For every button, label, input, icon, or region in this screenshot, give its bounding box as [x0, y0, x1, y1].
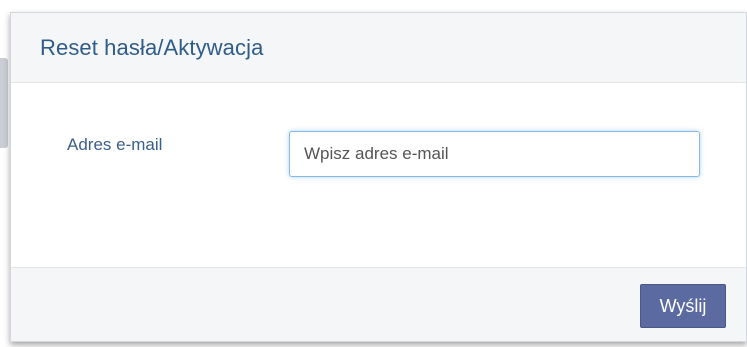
dialog-body: Adres e-mail [11, 83, 746, 267]
dialog-title: Reset hasła/Aktywacja [40, 34, 264, 60]
reset-password-dialog: Reset hasła/Aktywacja Adres e-mail Wyśli… [10, 12, 747, 342]
email-input[interactable] [289, 131, 700, 177]
email-label: Adres e-mail [67, 135, 163, 154]
send-button[interactable]: Wyślij [640, 284, 726, 328]
background-page-edge [0, 58, 8, 148]
dialog-footer: Wyślij [11, 267, 746, 341]
dialog-header: Reset hasła/Aktywacja [11, 13, 746, 83]
